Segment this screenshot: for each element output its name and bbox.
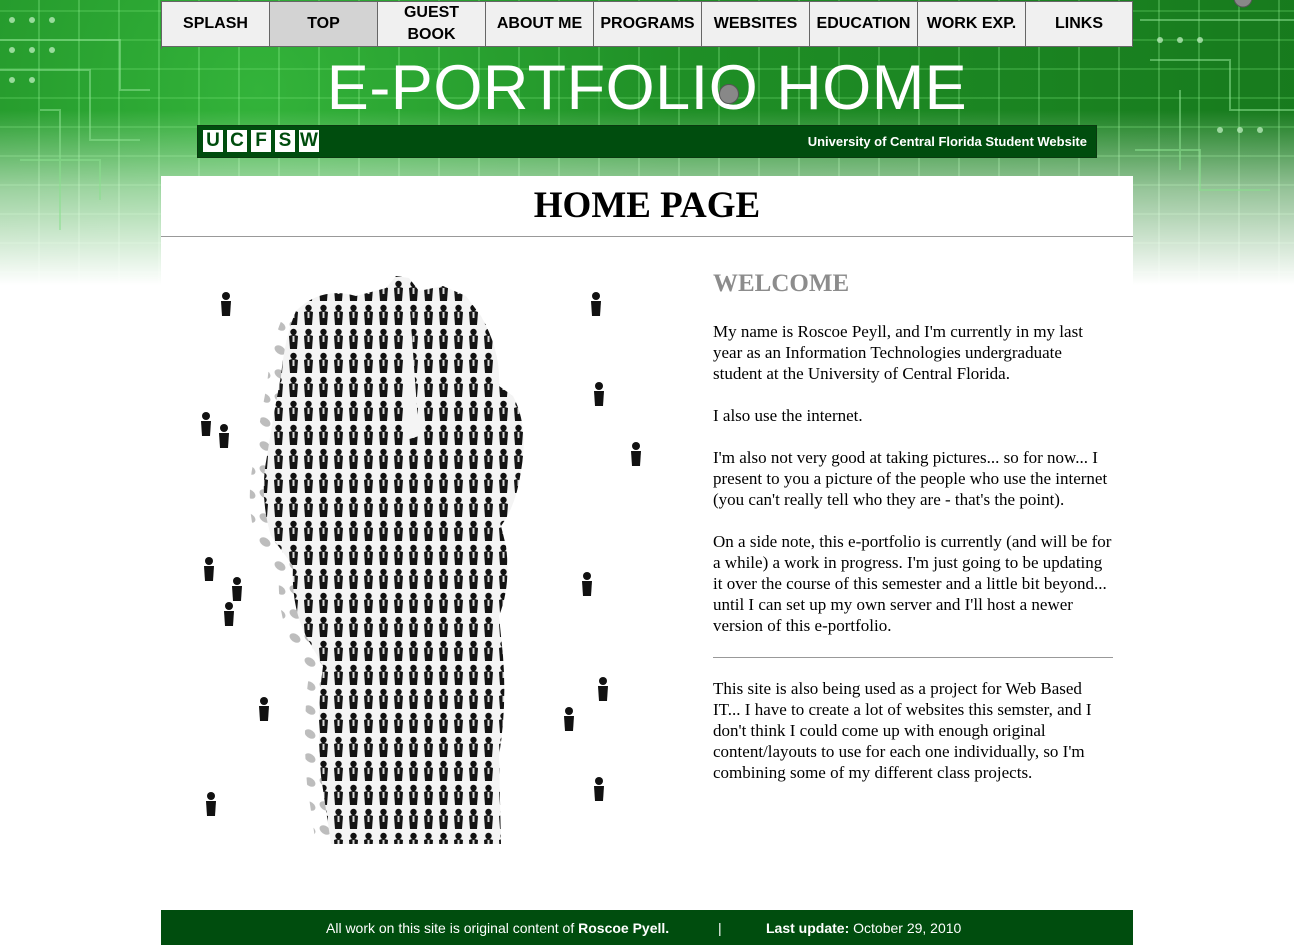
picture-paragraph: I'm also not very good at taking picture… — [713, 448, 1108, 509]
nav-splash[interactable]: SPLASH — [162, 1, 270, 47]
footer-credit: All work on this site is original conten… — [326, 920, 669, 936]
ucfsw-banner: U C F S W University of Central Florida … — [197, 125, 1097, 158]
nav-websites[interactable]: WEBSITES — [702, 1, 810, 47]
progress-paragraph: On a side note, this e-portfolio is curr… — [713, 532, 1112, 635]
footer-update: Last update: October 29, 2010 — [766, 920, 961, 936]
logo-letter: C — [227, 130, 247, 152]
nav-programs[interactable]: PROGRAMS — [594, 1, 702, 47]
logo-letter: S — [275, 130, 295, 152]
project-paragraph: This site is also being used as a projec… — [713, 679, 1092, 782]
footer-update-label: Last update: — [766, 920, 850, 936]
content-panel: HOME PAGE WELCOME My name is Roscoe Peyl… — [161, 176, 1133, 910]
ucfsw-logo: U C F S W — [203, 130, 319, 152]
nav-about-me[interactable]: ABOUT ME — [486, 1, 594, 47]
nav-guest-book[interactable]: GUEST BOOK — [378, 1, 486, 47]
footer-author: Roscoe Pyell. — [578, 920, 670, 936]
footer-update-date: October 29, 2010 — [853, 920, 962, 936]
nav-education[interactable]: EDUCATION — [810, 1, 918, 47]
footer-prefix: All work on this site is original conten… — [326, 920, 575, 936]
footer: All work on this site is original conten… — [161, 910, 1133, 945]
main-nav: SPLASH TOP GUEST BOOK ABOUT ME PROGRAMS … — [161, 1, 1134, 49]
page-title: HOME PAGE — [161, 176, 1133, 237]
logo-letter: W — [299, 130, 319, 152]
divider — [713, 657, 1113, 658]
footer-separator: | — [718, 920, 722, 936]
crowd-image — [181, 256, 646, 844]
site-title: E-PORTFOLIO HOME — [326, 53, 968, 123]
banner-text: University of Central Florida Student We… — [807, 134, 1087, 149]
logo-letter: U — [203, 130, 223, 152]
welcome-article: WELCOME My name is Roscoe Peyll, and I'm… — [713, 266, 1113, 804]
decorative-dot — [719, 84, 739, 104]
intro-paragraph: My name is Roscoe Peyll, and I'm current… — [713, 322, 1083, 383]
nav-links[interactable]: LINKS — [1026, 1, 1133, 47]
welcome-heading: WELCOME — [713, 270, 850, 297]
nav-top[interactable]: TOP — [270, 1, 378, 47]
nav-work-exp[interactable]: WORK EXP. — [918, 1, 1026, 47]
logo-letter: F — [251, 130, 271, 152]
internet-paragraph: I also use the internet. — [713, 406, 863, 425]
